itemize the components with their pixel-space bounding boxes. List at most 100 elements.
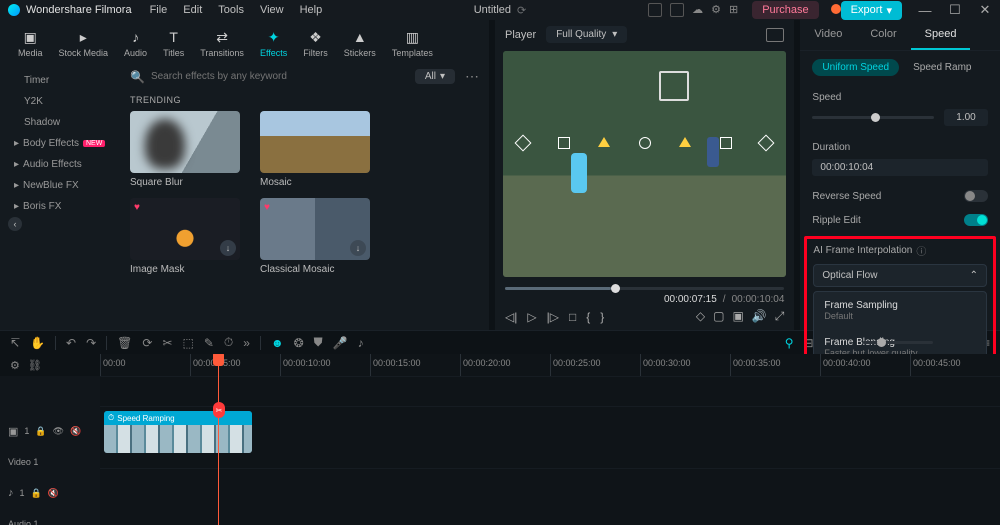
tab-titles[interactable]: TTitles xyxy=(157,26,190,60)
undo-button[interactable]: ↶ xyxy=(66,336,76,350)
tab-media[interactable]: ▣Media xyxy=(12,26,49,60)
more-tools-icon[interactable]: » xyxy=(243,336,250,350)
info-icon[interactable]: ⓘ xyxy=(916,243,926,258)
link-tracks-icon[interactable]: ⛓ xyxy=(28,359,42,372)
reverse-speed-toggle[interactable] xyxy=(964,190,988,202)
speed-slider[interactable] xyxy=(812,116,934,119)
fullscreen-icon[interactable]: ⤢ xyxy=(775,309,785,324)
purchase-button[interactable]: Purchase xyxy=(752,1,818,19)
crop-button[interactable]: ⬚ xyxy=(183,336,194,350)
prev-button[interactable]: ◁| xyxy=(505,310,517,324)
volume-icon[interactable]: 🔊 xyxy=(752,309,767,324)
tab-templates[interactable]: ▥Templates xyxy=(386,26,439,60)
shield-icon[interactable]: ⛊ xyxy=(314,335,323,350)
marker-circle-icon[interactable] xyxy=(639,137,651,149)
video-track-lane[interactable]: ⏱Speed Ramping xyxy=(100,406,1000,456)
menu-edit[interactable]: Edit xyxy=(183,4,202,16)
refresh-icon[interactable]: ⟳ xyxy=(142,336,152,350)
tab-audio[interactable]: ♪Audio xyxy=(118,26,153,60)
device-icon[interactable] xyxy=(648,3,662,17)
stop-button[interactable]: □ xyxy=(569,310,576,324)
text-icon[interactable]: ✎ xyxy=(204,336,214,350)
tab-effects[interactable]: ✦Effects xyxy=(254,26,293,60)
marker-diamond-icon[interactable] xyxy=(515,134,532,151)
close-button[interactable]: ✕ xyxy=(978,2,992,18)
filter-dropdown[interactable]: All▾ xyxy=(415,69,455,84)
video-clip[interactable]: ⏱Speed Ramping xyxy=(104,411,252,453)
timeline-settings-icon[interactable]: ⚙ xyxy=(10,359,20,372)
sync-icon[interactable]: ⟳ xyxy=(517,4,526,17)
quality-selector[interactable]: Full Quality▾ xyxy=(546,26,627,43)
audio-track-head[interactable]: ♪ 1 🔒 🔇 xyxy=(0,468,100,518)
category-shadow[interactable]: Shadow xyxy=(0,112,120,133)
crop-icon[interactable]: ▢ xyxy=(713,309,724,324)
option-frame-sampling[interactable]: Frame SamplingDefault xyxy=(814,292,986,329)
interpolation-select[interactable]: Optical Flow ⌃ xyxy=(813,264,987,287)
marker-icon[interactable]: ◇ xyxy=(696,309,705,324)
ripple-edit-toggle[interactable] xyxy=(964,214,988,226)
marker-square-icon[interactable] xyxy=(720,137,732,149)
brace-left-icon[interactable]: { xyxy=(586,310,590,324)
category-newblue-fx[interactable]: ▸NewBlue FX xyxy=(0,175,120,196)
collapse-sidebar-button[interactable]: ‹ xyxy=(8,217,22,231)
marker-triangle-icon[interactable] xyxy=(679,137,691,147)
color-icon[interactable]: ❂ xyxy=(294,336,304,350)
heart-icon[interactable]: ♥ xyxy=(134,202,140,213)
tab-stock-media[interactable]: ▸Stock Media xyxy=(53,26,115,60)
next-button[interactable]: |▷ xyxy=(547,310,559,324)
tab-filters[interactable]: ❖Filters xyxy=(297,26,334,60)
scrub-handle[interactable] xyxy=(611,284,620,293)
download-icon[interactable]: ↓ xyxy=(220,240,236,256)
tab-stickers[interactable]: ▲Stickers xyxy=(338,26,382,60)
audio-icon[interactable]: ♪ xyxy=(358,336,364,350)
tab-speed[interactable]: Speed xyxy=(911,20,971,50)
speed-value[interactable]: 1.00 xyxy=(944,109,988,126)
tab-video[interactable]: Video xyxy=(800,20,856,50)
uniform-speed-pill[interactable]: Uniform Speed xyxy=(812,59,899,76)
speed-ramp-link[interactable]: Speed Ramp xyxy=(913,59,971,76)
time-ruler[interactable]: 00:0000:00:05:0000:00:10:0000:00:15:0000… xyxy=(100,354,1000,376)
delete-button[interactable]: 🗑 xyxy=(117,336,132,350)
save-icon[interactable] xyxy=(670,3,684,17)
mic-icon[interactable]: 🎤 xyxy=(333,336,348,350)
preview-scrubber[interactable] xyxy=(505,287,784,290)
speed-icon[interactable]: ⏱ xyxy=(224,335,233,350)
category-timer[interactable]: Timer xyxy=(0,70,120,91)
menu-help[interactable]: Help xyxy=(300,4,323,16)
tab-transitions[interactable]: ⇄Transitions xyxy=(194,26,250,60)
camera-icon[interactable]: ▣ xyxy=(733,309,744,324)
mute-icon[interactable]: 🔇 xyxy=(70,426,81,437)
heart-icon[interactable]: ♥ xyxy=(264,202,270,213)
video-track-head[interactable]: ▣ 1 🔒 👁 🔇 xyxy=(0,406,100,456)
effect-mosaic[interactable]: Mosaic xyxy=(260,111,370,188)
category-audio-effects[interactable]: ▸Audio Effects xyxy=(0,154,120,175)
effect-image-mask[interactable]: ♥↓Image Mask xyxy=(130,198,240,275)
cut-button[interactable]: ✂ xyxy=(162,336,172,350)
hand-tool-icon[interactable]: ✋ xyxy=(30,336,45,350)
snapshot-button[interactable] xyxy=(766,28,784,42)
playhead[interactable] xyxy=(218,354,219,525)
magnet-icon[interactable]: ⚲ xyxy=(785,336,794,350)
preview-tab[interactable]: Player xyxy=(505,29,536,41)
maximize-button[interactable]: ☐ xyxy=(948,2,962,18)
download-icon[interactable]: ↓ xyxy=(350,240,366,256)
redo-button[interactable]: ↷ xyxy=(86,336,96,350)
cut-marker-icon[interactable]: ✂ xyxy=(213,402,225,418)
lock-icon[interactable]: 🔒 xyxy=(35,426,46,437)
export-button[interactable]: Export▾ xyxy=(841,1,902,20)
marker-triangle-icon[interactable] xyxy=(598,137,610,147)
cloud-icon[interactable]: ☁ xyxy=(692,3,703,17)
settings-icon[interactable]: ⚙ xyxy=(711,3,721,17)
slider-thumb[interactable] xyxy=(871,113,880,122)
menu-file[interactable]: File xyxy=(150,4,168,16)
search-input[interactable] xyxy=(151,71,409,82)
menu-tools[interactable]: Tools xyxy=(218,4,244,16)
menu-view[interactable]: View xyxy=(260,4,284,16)
category-body-effects[interactable]: ▸Body EffectsNEW xyxy=(0,133,120,154)
pointer-tool-icon[interactable]: ↸ xyxy=(10,336,20,350)
eye-icon[interactable]: 👁 xyxy=(53,426,64,437)
mute-icon[interactable]: 🔇 xyxy=(48,488,59,499)
grid-icon[interactable]: ⊞ xyxy=(729,3,738,17)
lock-icon[interactable]: 🔒 xyxy=(31,488,42,499)
category-boris-fx[interactable]: ▸Boris FX xyxy=(0,196,120,217)
